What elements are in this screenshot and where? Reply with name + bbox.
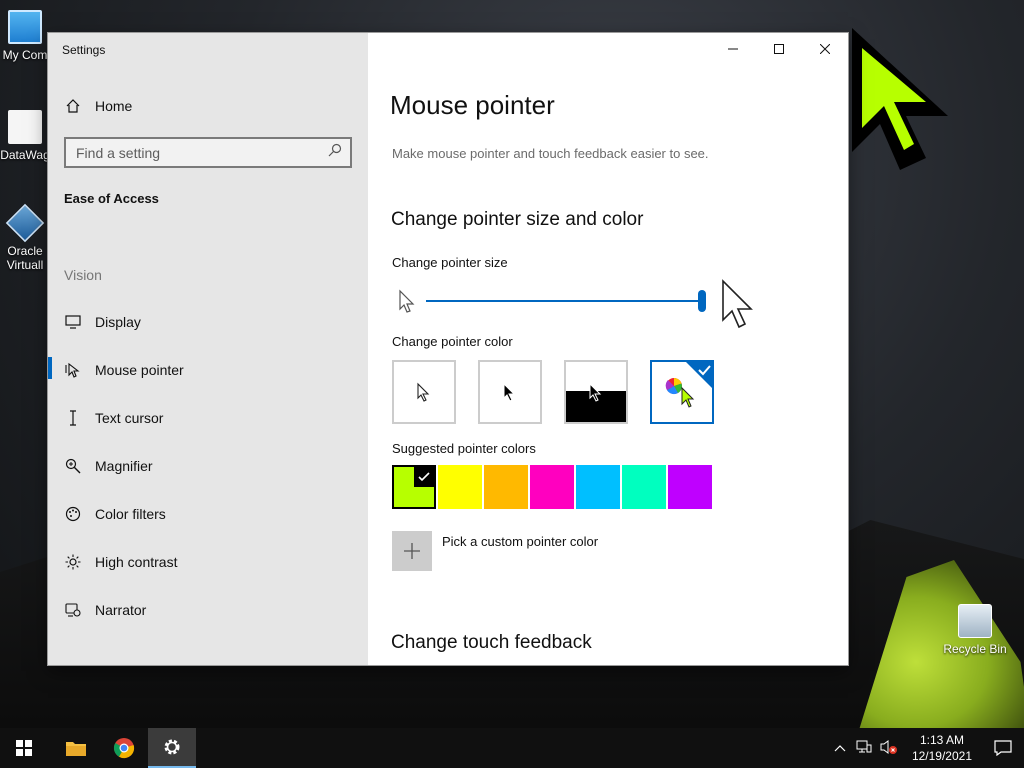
search-box[interactable] (64, 137, 352, 168)
virtualbox-icon (5, 203, 45, 243)
home-icon (64, 97, 82, 115)
color-filters-icon (64, 505, 82, 523)
taskbar-file-explorer[interactable] (52, 728, 100, 768)
sidebar-item-label: Color filters (95, 506, 166, 522)
suggested-colors-label: Suggested pointer colors (392, 441, 536, 456)
large-pointer-icon (722, 279, 753, 329)
sidebar-item-home[interactable]: Home (64, 95, 132, 117)
check-icon (414, 467, 434, 487)
sidebar-item-narrator[interactable]: Narrator (64, 596, 364, 624)
desktop-icon-label: Recycle Bin (943, 642, 1007, 656)
sidebar-item-label: High contrast (95, 554, 178, 570)
start-button[interactable] (0, 728, 48, 768)
desktop-icon-label: My Com (2, 48, 48, 62)
section-heading-pointer: Change pointer size and color (391, 209, 644, 230)
maximize-icon (774, 44, 784, 54)
pointer-color-white[interactable] (392, 360, 456, 424)
slider-thumb[interactable] (698, 290, 706, 312)
search-icon[interactable] (328, 143, 342, 162)
clock-time: 1:13 AM (919, 733, 964, 747)
sidebar-item-mouse-pointer[interactable]: Mouse pointer (64, 356, 364, 384)
swatch-yellow[interactable] (438, 465, 482, 509)
desktop-icon-recycle-bin[interactable]: Recycle Bin (940, 604, 1010, 656)
sidebar-item-label: Mouse pointer (95, 362, 184, 378)
pointer-color-inverted[interactable] (564, 360, 628, 424)
maximize-button[interactable] (756, 33, 802, 65)
section-heading-touch: Change touch feedback (391, 632, 592, 653)
sidebar-item-label: Text cursor (95, 410, 164, 426)
sidebar-item-label: Display (95, 314, 141, 330)
taskbar-clock[interactable]: 1:13 AM 12/19/2021 (912, 732, 972, 764)
sidebar-item-display[interactable]: Display (64, 308, 364, 336)
high-contrast-icon (64, 553, 82, 571)
pointer-color-custom[interactable] (650, 360, 714, 424)
swatch-pink[interactable] (530, 465, 574, 509)
windows-logo-icon (16, 740, 32, 756)
plus-icon (404, 543, 420, 559)
custom-color-label[interactable]: Pick a custom pointer color (442, 534, 598, 549)
selected-check-icon (686, 362, 712, 388)
volume-muted-icon[interactable] (880, 739, 898, 758)
main-content: Mouse pointer Make mouse pointer and tou… (368, 33, 848, 665)
display-icon (64, 313, 82, 331)
settings-window: Settings Home Ease of Access Vision Disp… (48, 33, 848, 665)
narrator-icon (64, 601, 82, 619)
minimize-icon (728, 48, 738, 50)
sidebar: Settings Home Ease of Access Vision Disp… (48, 33, 368, 665)
close-icon (820, 44, 830, 54)
sidebar-item-color-filters[interactable]: Color filters (64, 500, 364, 528)
pointer-size-slider[interactable] (392, 279, 762, 329)
add-custom-color-button[interactable] (392, 531, 432, 571)
sidebar-item-label: Magnifier (95, 458, 153, 474)
suggested-colors-row (392, 465, 714, 509)
gear-icon (164, 739, 180, 755)
sidebar-item-text-cursor[interactable]: Text cursor (64, 404, 364, 432)
system-tray: 1:13 AM 12/19/2021 (834, 728, 1024, 768)
action-center-icon[interactable] (982, 740, 1024, 756)
desktop-icon-label: Oracle Virtuall (6, 244, 44, 272)
sidebar-item-label: Narrator (95, 602, 147, 618)
sidebar-item-label: Home (95, 98, 133, 114)
desktop-icon-label: DataWag (0, 148, 50, 162)
minimize-button[interactable] (710, 33, 756, 65)
slider-track[interactable] (426, 300, 702, 302)
page-title: Mouse pointer (390, 90, 555, 120)
active-indicator (48, 357, 52, 379)
sidebar-item-high-contrast[interactable]: High contrast (64, 548, 364, 576)
magnifier-icon (64, 457, 82, 475)
sidebar-item-magnifier[interactable]: Magnifier (64, 452, 364, 480)
pointer-color-black[interactable] (478, 360, 542, 424)
white-pointer-icon (417, 382, 430, 402)
pointer-color-label: Change pointer color (392, 334, 513, 349)
inverted-pointer-icon (589, 382, 602, 402)
computer-icon (8, 10, 42, 44)
close-button[interactable] (802, 33, 848, 65)
swatch-purple[interactable] (668, 465, 712, 509)
large-mouse-cursor (852, 28, 948, 170)
taskbar-chrome[interactable] (100, 728, 148, 768)
recycle-bin-icon (958, 604, 992, 638)
chevron-up-icon[interactable] (834, 741, 846, 755)
network-icon[interactable] (856, 740, 872, 757)
swatch-aqua[interactable] (622, 465, 666, 509)
window-title: Settings (62, 43, 106, 57)
pointer-size-label: Change pointer size (392, 255, 508, 270)
section-title: Ease of Access (64, 191, 159, 206)
taskbar-settings[interactable] (148, 728, 196, 768)
black-pointer-icon (503, 382, 516, 402)
mouse-pointer-icon (64, 361, 82, 379)
search-input[interactable] (76, 144, 328, 161)
clock-date: 12/19/2021 (911, 749, 972, 763)
file-icon (8, 110, 42, 144)
swatch-lime[interactable] (392, 465, 436, 509)
page-subtitle: Make mouse pointer and touch feedback ea… (392, 146, 709, 161)
chrome-icon (113, 738, 135, 759)
swatch-sky-blue[interactable] (576, 465, 620, 509)
folder-icon (66, 742, 86, 756)
group-label-vision: Vision (64, 267, 102, 283)
text-cursor-icon (64, 409, 82, 427)
swatch-gold[interactable] (484, 465, 528, 509)
taskbar: 1:13 AM 12/19/2021 (0, 728, 1024, 768)
small-pointer-icon (399, 289, 415, 313)
